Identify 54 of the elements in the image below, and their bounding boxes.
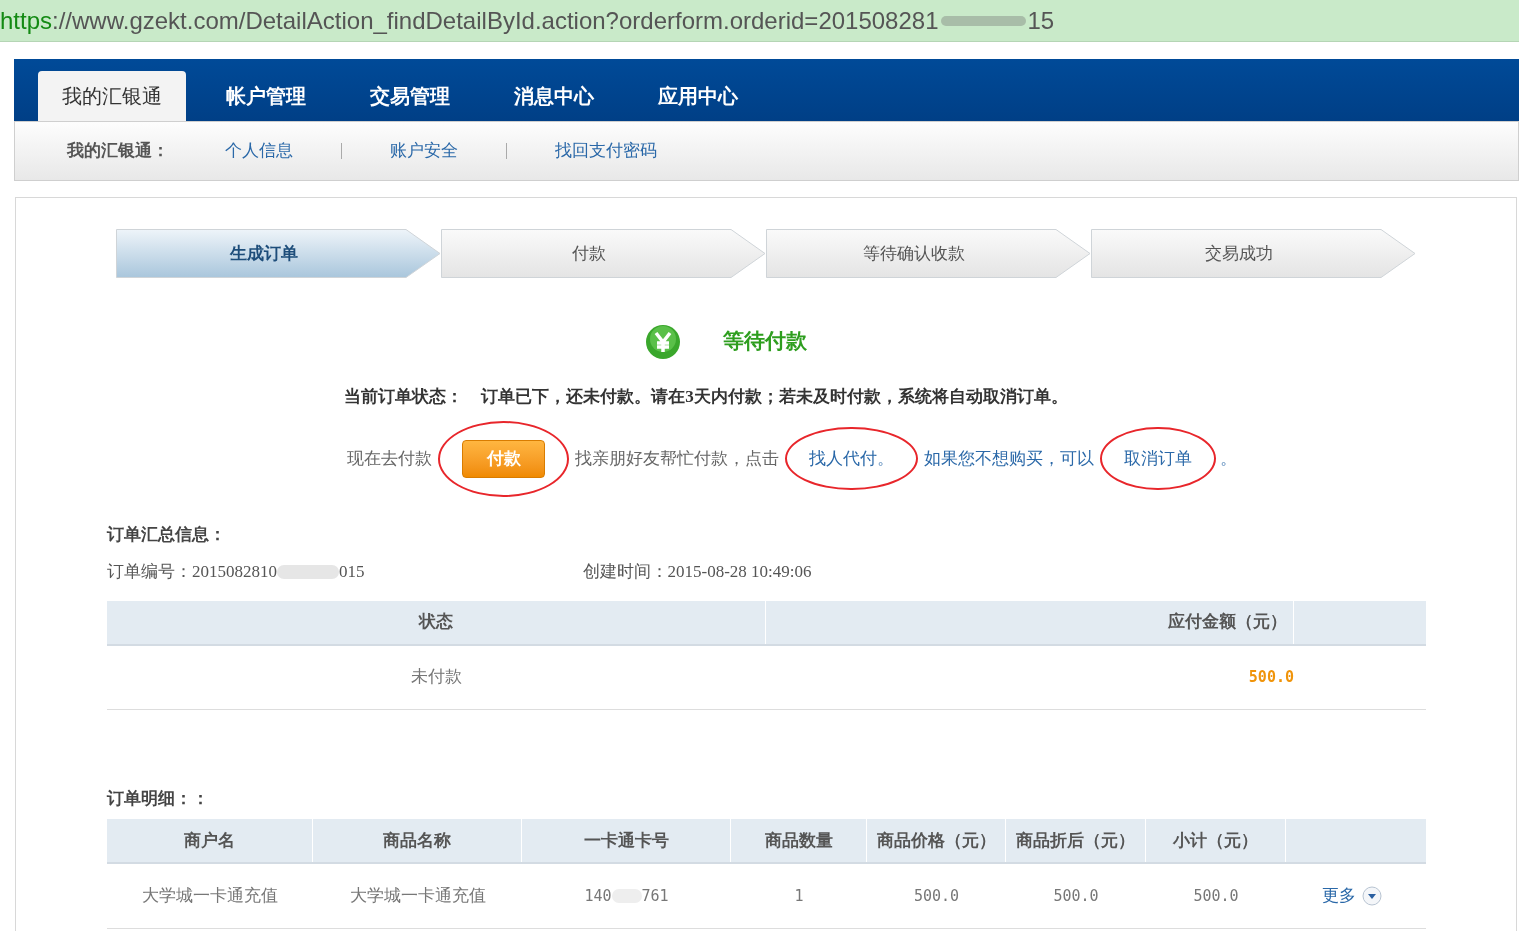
column-header: 商品折后（元）	[1006, 819, 1146, 862]
column-header: 应付金额（元）	[766, 600, 1294, 644]
column-header: 商品价格（元）	[867, 819, 1006, 862]
card-number: 761	[641, 885, 669, 907]
step-label: 等待确认收款	[862, 241, 965, 265]
column-header: 小计（元）	[1146, 819, 1286, 862]
sub-nav-link[interactable]: 个人信息	[225, 138, 293, 164]
nav-tab[interactable]: 应用中心	[634, 71, 762, 121]
table-cell-text: 大学城一卡通充值	[348, 885, 487, 908]
nav-tab[interactable]: 帐户管理	[202, 71, 330, 121]
url-scheme: https	[0, 5, 53, 36]
proxy-pay-link[interactable]: 找人代付。	[809, 448, 894, 468]
step-label: 付款	[571, 241, 606, 265]
column-header: 一卡通卡号	[522, 819, 731, 862]
card-number: 140	[584, 885, 612, 907]
status-label: 当前订单状态：	[344, 386, 464, 408]
created-time: 创建时间：2015-08-28 10:49:06	[582, 561, 812, 583]
step-label: 交易成功	[1204, 241, 1273, 265]
order-number: 订单编号：2015082810	[107, 561, 277, 583]
cancel-prompt: 如果您不想购买，可以	[924, 447, 1094, 470]
section-title: 订单汇总信息：	[107, 523, 227, 546]
step-label: 生成订单	[229, 241, 298, 265]
more-link[interactable]: 更多	[1322, 883, 1356, 909]
sub-nav-link[interactable]: 找回支付密码	[555, 138, 657, 164]
table-cell-text: 500.0	[912, 885, 961, 907]
dropdown-icon[interactable]	[1362, 886, 1382, 906]
address-bar[interactable]: https://www.gzekt.com/DetailAction_findDetailById.action?orderform.orderid=201508281 15	[0, 0, 1519, 42]
cancel-order-link[interactable]: 取消订单	[1124, 448, 1192, 468]
friend-prompt: 找亲朋好友帮忙付款，点击	[575, 447, 779, 470]
table-cell-text: 500.0	[1052, 885, 1100, 907]
table-cell-text: 500.0	[1192, 885, 1240, 907]
sub-nav-link[interactable]: 账户安全	[390, 138, 458, 164]
pay-prompt: 现在去付款	[347, 447, 432, 470]
nav-tab[interactable]: 消息中心	[490, 71, 618, 121]
section-title: 订单明细：：	[107, 787, 210, 810]
column-header: 状态	[107, 600, 766, 644]
sub-nav-label: 我的汇银通：	[67, 140, 169, 163]
table-cell-text: 大学城一卡通充值	[141, 885, 279, 908]
url-text: 15	[1027, 5, 1055, 36]
status-title: 等待付款	[723, 328, 807, 356]
column-header: 商品数量	[731, 819, 867, 862]
order-number: 015	[339, 561, 365, 583]
yen-icon	[645, 324, 681, 360]
nav-tab[interactable]: 交易管理	[346, 71, 474, 121]
sentence-end: 。	[1220, 447, 1237, 470]
column-header: 商品名称	[313, 819, 522, 862]
table-cell-text: 未付款	[410, 666, 463, 689]
column-header: 商户名	[107, 819, 313, 862]
table-cell-text: 1	[793, 885, 805, 907]
redaction-smear	[277, 564, 339, 579]
nav-tab[interactable]: 我的汇银通	[38, 71, 186, 121]
amount-cell-text: 500.0	[1247, 666, 1294, 688]
status-message: 订单已下，还未付款。请在3天内付款；若未及时付款，系统将自动取消订单。	[481, 386, 1068, 408]
url-text: ://www.gzekt.com/DetailAction_findDetailById.action?orderform.orderid=201508281	[52, 5, 939, 36]
